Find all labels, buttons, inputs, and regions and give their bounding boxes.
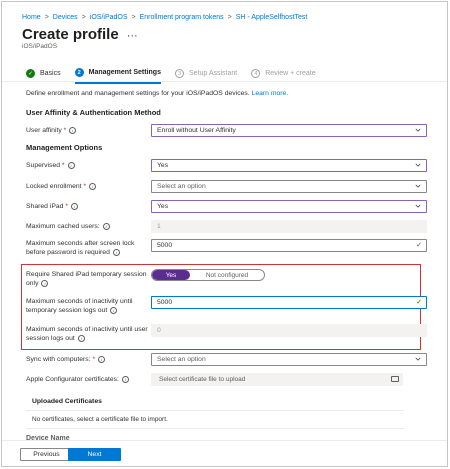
valid-check-icon: ✓ — [416, 242, 422, 249]
temp-session-label: Require Shared iPad temporary session on… — [26, 271, 147, 287]
breadcrumb-token[interactable]: SH - AppleSelfhostTest — [236, 14, 308, 21]
user-affinity-label: User affinity * i — [26, 126, 148, 135]
step-label: Review + create — [265, 70, 316, 77]
sync-computers-dropdown[interactable]: Select an option — [151, 353, 427, 366]
table-empty-row: No certificates, select a certificate fi… — [26, 411, 404, 429]
step-label: Management Settings — [88, 69, 161, 76]
more-options-icon[interactable]: ··· — [127, 30, 138, 42]
page-title: Create profile — [22, 26, 119, 43]
max-seconds-lock-label: Maximum seconds after screen lock before… — [26, 240, 135, 256]
page-title-row: Create profile ··· — [22, 26, 138, 43]
chevron-down-icon — [415, 357, 421, 361]
breadcrumb-ios[interactable]: iOS/iPadOS — [90, 14, 128, 21]
step-complete-icon: ✓ — [26, 69, 35, 78]
breadcrumb-separator: > — [44, 14, 49, 21]
breadcrumb-devices[interactable]: Devices — [53, 14, 78, 21]
shared-ipad-dropdown[interactable]: Yes — [151, 200, 427, 213]
max-cached-users-input: 1 — [151, 220, 427, 233]
breadcrumb-separator: > — [81, 14, 86, 21]
supervised-dropdown[interactable]: Yes — [151, 159, 427, 172]
inactivity-user-label: Maximum seconds of inactivity until user… — [26, 326, 148, 342]
info-icon[interactable]: i — [98, 355, 106, 363]
info-icon[interactable]: i — [102, 222, 110, 230]
table-header: Uploaded Certificates — [26, 393, 404, 411]
inactivity-temp-label: Maximum seconds of inactivity until temp… — [26, 298, 133, 314]
footer-bar: Previous Next — [2, 440, 447, 466]
breadcrumb-home[interactable]: Home — [22, 14, 41, 21]
input-value: 5000 — [157, 299, 173, 306]
breadcrumb-separator: > — [227, 14, 232, 21]
step-label: Setup Assistant — [188, 70, 238, 77]
info-icon[interactable]: i — [112, 248, 120, 256]
inactivity-temp-input[interactable]: 5000 ✓ — [151, 296, 427, 309]
info-icon[interactable]: i — [69, 126, 77, 134]
page-description: Define enrollment and management setting… — [26, 90, 288, 97]
sync-computers-label: Sync with computers: * i — [26, 355, 148, 364]
inactivity-user-input: 0 — [151, 324, 427, 337]
chevron-down-icon — [415, 128, 421, 132]
shared-ipad-label: Shared iPad * i — [26, 202, 148, 211]
create-profile-blade: Home > Devices > iOS/iPadOS > Enrollment… — [1, 1, 448, 467]
next-button[interactable]: Next — [68, 448, 121, 461]
breadcrumb-separator: > — [131, 14, 136, 21]
info-icon[interactable]: i — [89, 182, 97, 190]
chevron-down-icon — [415, 204, 421, 208]
certificate-file-picker[interactable]: Select certificate file to upload — [151, 373, 403, 386]
info-icon[interactable]: i — [121, 375, 129, 383]
steps-divider — [2, 81, 447, 82]
toggle-option-not-configured[interactable]: Not configured — [190, 270, 264, 280]
info-icon[interactable]: i — [67, 161, 75, 169]
step-label: Basics — [40, 70, 61, 77]
info-icon[interactable]: i — [77, 334, 85, 342]
step-number: 4 — [251, 69, 261, 78]
description-text: Define enrollment and management setting… — [26, 90, 250, 97]
folder-icon[interactable] — [391, 376, 399, 382]
locked-enrollment-dropdown[interactable]: Select an option — [151, 180, 427, 193]
dropdown-value: Enroll without User Affinity — [157, 127, 236, 134]
step-number: 3 — [174, 69, 184, 78]
page-subtitle: iOS/iPadOS — [22, 43, 58, 50]
valid-check-icon: ✓ — [416, 299, 422, 306]
breadcrumb: Home > Devices > iOS/iPadOS > Enrollment… — [22, 14, 307, 21]
previous-button[interactable]: Previous — [20, 448, 73, 461]
max-seconds-lock-input[interactable]: 5000 ✓ — [151, 239, 427, 252]
info-icon[interactable]: i — [110, 306, 118, 314]
temp-session-toggle[interactable]: Yes Not configured — [151, 269, 265, 281]
breadcrumb-enrollment-tokens[interactable]: Enrollment program tokens — [140, 14, 224, 21]
dropdown-value: Yes — [157, 203, 169, 210]
learn-more-link[interactable]: Learn more. — [252, 90, 289, 97]
info-icon[interactable]: i — [70, 202, 78, 210]
supervised-label: Supervised * i — [26, 161, 148, 170]
input-value: 0 — [157, 327, 161, 334]
uploaded-certificates-table: Uploaded Certificates No certificates, s… — [26, 393, 404, 429]
chevron-down-icon — [415, 184, 421, 188]
input-value: 5000 — [157, 242, 173, 249]
dropdown-placeholder: Select an option — [157, 183, 206, 190]
file-picker-placeholder: Select certificate file to upload — [159, 376, 246, 383]
step-number: 2 — [74, 68, 84, 77]
chevron-down-icon — [415, 163, 421, 167]
dropdown-value: Yes — [157, 162, 169, 169]
input-value: 1 — [157, 223, 161, 230]
max-cached-users-label: Maximum cached users: i — [26, 222, 148, 231]
toggle-option-yes[interactable]: Yes — [152, 270, 190, 280]
configurator-certs-label: Apple Configurator certificates: i — [26, 375, 151, 384]
section-user-affinity: User Affinity & Authentication Method — [26, 108, 161, 117]
dropdown-placeholder: Select an option — [157, 356, 206, 363]
section-management-options: Management Options — [26, 143, 103, 152]
user-affinity-dropdown[interactable]: Enroll without User Affinity — [151, 124, 427, 137]
locked-enrollment-label: Locked enrollment * i — [26, 182, 148, 191]
info-icon[interactable]: i — [41, 279, 49, 287]
